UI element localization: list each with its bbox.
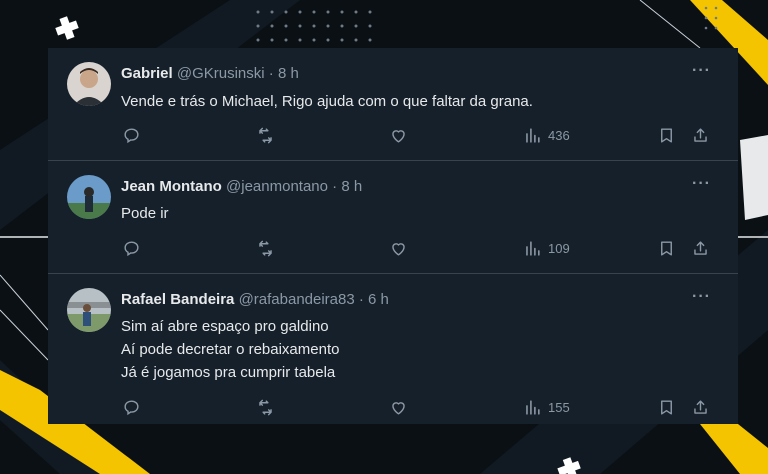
avatar-rafael-bandeira[interactable] (67, 288, 111, 332)
more-icon[interactable]: ··· (692, 175, 712, 192)
more-icon[interactable]: ··· (692, 288, 712, 305)
action-bar: 436 (48, 123, 738, 147)
display-name[interactable]: Gabriel (121, 65, 173, 82)
bookmark-icon (661, 127, 672, 143)
views-count: 436 (548, 127, 570, 143)
avatar-gabriel[interactable] (67, 62, 111, 106)
handle[interactable]: @rafabandeira83 (239, 291, 355, 308)
share-icon (694, 240, 707, 255)
retweet-icon (259, 127, 272, 143)
tweet-line: Já é jogamos pra cumprir tabela (121, 364, 336, 381)
tweet-line: Pode ir (121, 205, 169, 222)
bookmark-icon (661, 240, 672, 256)
tweet-text: Vende e trás o Michael, Rigo ajuda com o… (121, 90, 533, 113)
avatar-jean-montano[interactable] (67, 175, 111, 219)
reply-button[interactable] (122, 123, 141, 147)
tweet-line: Sim aí abre espaço pro galdino (121, 318, 329, 335)
retweet-button[interactable] (256, 236, 275, 260)
views-button[interactable]: 109 (523, 236, 570, 260)
reply-thread-card: Gabriel @GKrusinski · 8 h ··· Vende e tr… (48, 48, 738, 424)
reply-button[interactable] (122, 236, 141, 260)
views-count: 155 (548, 399, 570, 415)
tweet-2[interactable]: Jean Montano @jeanmontano · 8 h ··· Pode… (48, 161, 738, 273)
handle[interactable]: @jeanmontano (226, 178, 328, 195)
action-bar: 109 (48, 236, 738, 260)
like-icon (392, 401, 405, 415)
timestamp[interactable]: 8 h (278, 65, 299, 82)
views-icon (526, 127, 540, 143)
like-button[interactable] (389, 395, 408, 419)
bookmark-button[interactable] (657, 123, 676, 147)
share-icon (694, 127, 707, 142)
retweet-button[interactable] (256, 395, 275, 419)
retweet-icon (259, 240, 272, 256)
views-button[interactable]: 155 (523, 395, 570, 419)
tweet-header: Jean Montano @jeanmontano · 8 h (121, 178, 362, 195)
retweet-button[interactable] (256, 123, 275, 147)
like-icon (392, 129, 405, 143)
timestamp[interactable]: 6 h (368, 291, 389, 308)
tweet-3[interactable]: Rafael Bandeira @rafabandeira83 · 6 h ··… (48, 274, 738, 424)
like-button[interactable] (389, 123, 408, 147)
reply-icon (124, 240, 139, 256)
tweet-1[interactable]: Gabriel @GKrusinski · 8 h ··· Vende e tr… (48, 48, 738, 160)
bookmark-button[interactable] (657, 395, 676, 419)
display-name[interactable]: Rafael Bandeira (121, 291, 234, 308)
tweet-header: Gabriel @GKrusinski · 8 h (121, 65, 299, 82)
tweet-text: Pode ir (121, 202, 169, 225)
views-count: 109 (548, 240, 570, 256)
views-button[interactable]: 436 (523, 123, 570, 147)
like-button[interactable] (389, 236, 408, 260)
more-icon[interactable]: ··· (692, 62, 712, 79)
reply-icon (124, 399, 139, 415)
timestamp[interactable]: 8 h (341, 178, 362, 195)
tweet-line: Vende e trás o Michael, Rigo ajuda com o… (121, 93, 533, 110)
action-bar: 155 (48, 395, 738, 419)
tweet-header: Rafael Bandeira @rafabandeira83 · 6 h (121, 291, 389, 308)
reply-button[interactable] (122, 395, 141, 419)
like-icon (392, 242, 405, 256)
separator: · (268, 65, 274, 82)
separator: · (358, 291, 364, 308)
bookmark-button[interactable] (657, 236, 676, 260)
share-button[interactable] (691, 123, 710, 147)
tweet-line: Aí pode decretar o rebaixamento (121, 341, 340, 358)
reply-icon (124, 127, 139, 143)
display-name[interactable]: Jean Montano (121, 178, 222, 195)
separator: · (332, 178, 338, 195)
views-icon (526, 399, 540, 415)
views-icon (526, 240, 540, 256)
share-icon (694, 399, 707, 414)
handle[interactable]: @GKrusinski (177, 65, 265, 82)
tweet-text: Sim aí abre espaço pro galdino Aí pode d… (121, 315, 339, 384)
retweet-icon (259, 399, 272, 415)
share-button[interactable] (691, 236, 710, 260)
bookmark-icon (661, 399, 672, 415)
share-button[interactable] (691, 395, 710, 419)
